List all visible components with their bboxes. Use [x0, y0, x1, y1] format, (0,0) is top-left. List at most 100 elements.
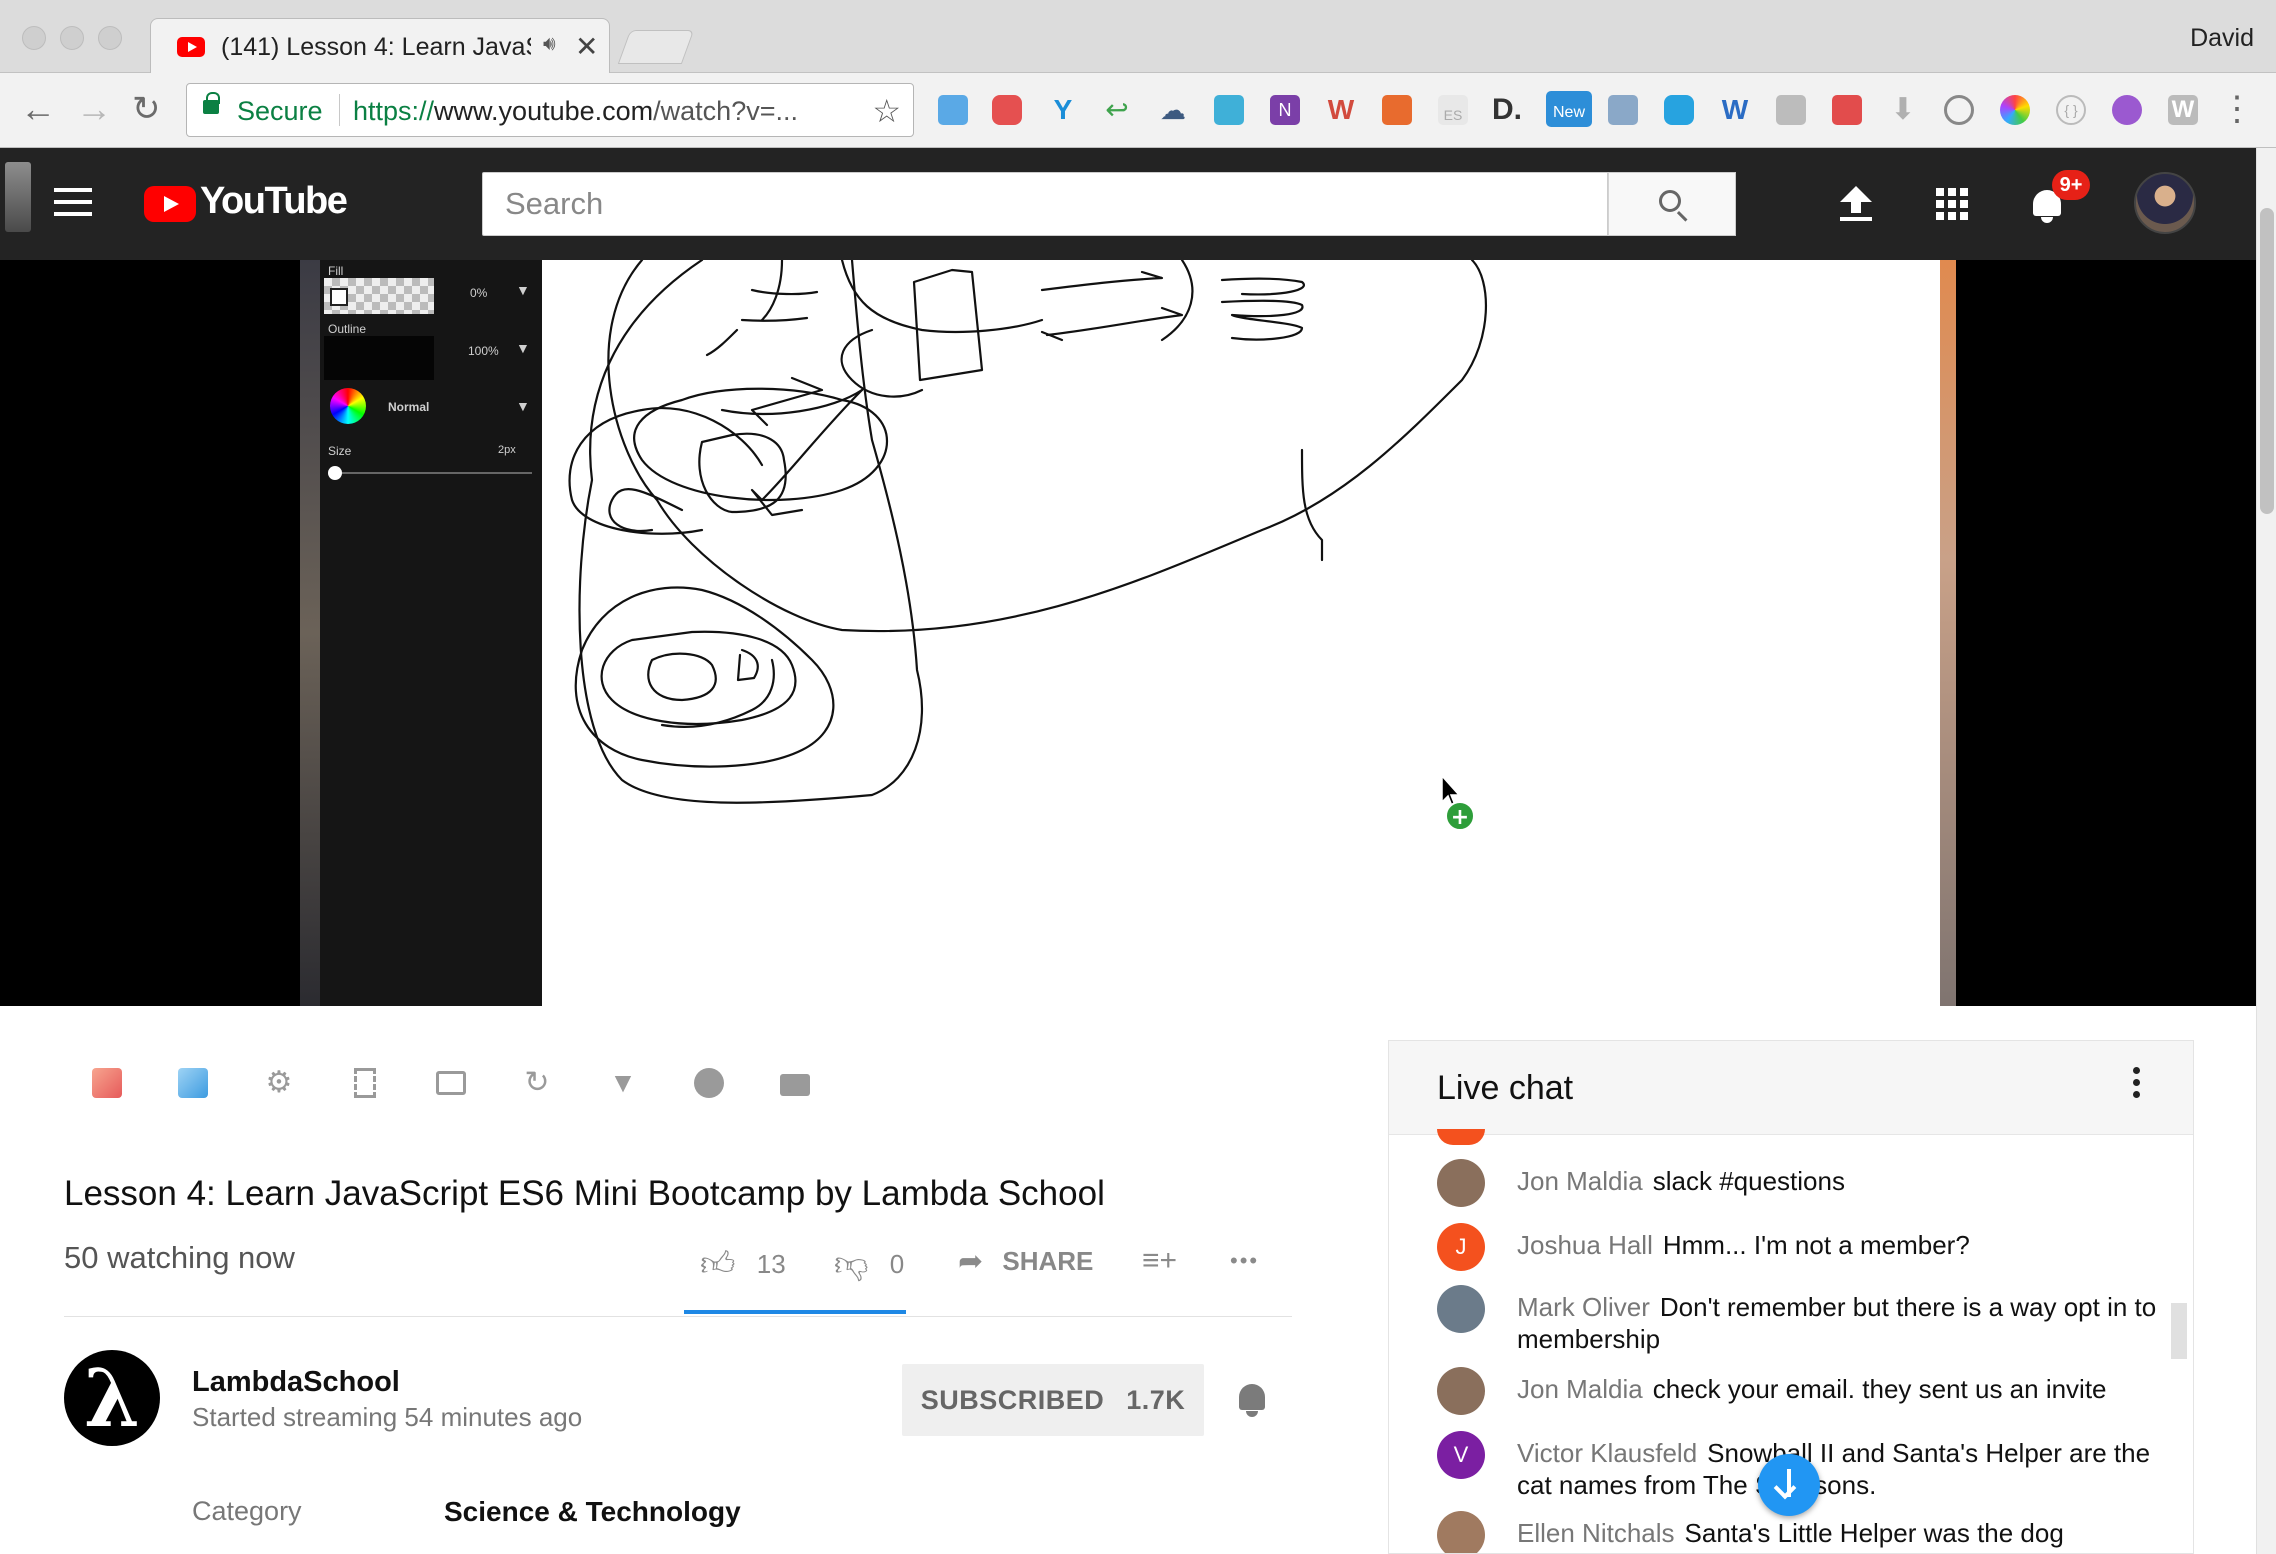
- cursor-badge: +: [1451, 805, 1469, 830]
- back-arrow-icon[interactable]: ←: [20, 87, 56, 131]
- chat-text: slack #questions: [1652, 1166, 1845, 1196]
- dislike-button[interactable]: 👎︎ 0: [834, 1244, 904, 1284]
- tab-close-icon[interactable]: ✕: [575, 30, 598, 63]
- new-tab-button[interactable]: [617, 30, 695, 64]
- window-zoom-button[interactable]: [98, 26, 122, 50]
- purple-ext-icon[interactable]: [2112, 95, 2142, 125]
- bookmark-star-icon[interactable]: ☆: [872, 92, 901, 130]
- subscription-bell-icon[interactable]: [1236, 1382, 1268, 1418]
- magic-wand-icon[interactable]: [92, 1068, 122, 1098]
- download-icon[interactable]: ⬇: [1888, 95, 1918, 125]
- category-label: Category: [192, 1496, 302, 1526]
- subscriber-count: 1.7K: [1126, 1385, 1186, 1415]
- panel-outline-label: Outline: [328, 322, 367, 336]
- tab-title: (141) Lesson 4: Learn JavaScript ES6 Min…: [221, 33, 531, 61]
- chat-author[interactable]: Jon Maldia: [1517, 1374, 1643, 1404]
- wiki-icon[interactable]: [1776, 95, 1806, 125]
- office-icon[interactable]: [1382, 95, 1412, 125]
- es-icon[interactable]: ES: [1438, 95, 1468, 125]
- color-wheel-icon: [330, 388, 366, 424]
- chat-author[interactable]: Mark Oliver: [1517, 1292, 1650, 1322]
- guide-menu-icon[interactable]: [54, 188, 92, 216]
- speaker-icon[interactable]: 🔊︎: [543, 33, 556, 56]
- video-player[interactable]: Fill 0% ▼ Outline 100% ▼ Normal ▼ Size 2…: [0, 260, 2256, 1006]
- page-scrollbar-thumb[interactable]: [2260, 208, 2274, 514]
- mute-tab-icon[interactable]: [938, 95, 968, 125]
- chat-author[interactable]: Jon Maldia: [1517, 1166, 1643, 1196]
- word-icon[interactable]: W: [1720, 95, 1750, 125]
- color-wheel-icon[interactable]: [2000, 95, 2030, 125]
- loop-icon[interactable]: ↻: [522, 1068, 552, 1098]
- scroll-to-bottom-button[interactable]: [1758, 1454, 1820, 1516]
- sidebar-grip-icon[interactable]: [5, 162, 31, 232]
- page-scrollbar[interactable]: [2256, 148, 2276, 1554]
- search-button[interactable]: [1608, 172, 1736, 236]
- pin-icon[interactable]: [1832, 95, 1862, 125]
- whiteboard-sketch: [568, 260, 1487, 804]
- gear-icon[interactable]: ⚙: [264, 1068, 294, 1098]
- chat-author[interactable]: Victor Klausfeld: [1517, 1438, 1697, 1468]
- filter-icon[interactable]: ▼: [608, 1068, 638, 1098]
- vimeo-ext-icon[interactable]: Y: [1048, 95, 1078, 125]
- chat-author[interactable]: Joshua Hall: [1517, 1230, 1653, 1260]
- channel-name[interactable]: LambdaSchool: [192, 1366, 400, 1399]
- search-box[interactable]: [482, 172, 1608, 236]
- chat-avatar[interactable]: J: [1437, 1223, 1485, 1271]
- w-ext-icon[interactable]: W: [2168, 95, 2198, 125]
- youtube-logo-text[interactable]: YouTube: [200, 180, 348, 223]
- divider: [64, 1316, 1292, 1317]
- share-button[interactable]: ➦ SHARE: [958, 1244, 1093, 1284]
- upload-icon[interactable]: [1840, 186, 1872, 222]
- target-icon[interactable]: [1944, 95, 1974, 125]
- forward-arrow-icon[interactable]: →: [76, 87, 112, 131]
- chat-avatar[interactable]: [1437, 1511, 1485, 1553]
- chat-avatar[interactable]: [1437, 1285, 1485, 1333]
- chat-avatar[interactable]: [1437, 1367, 1485, 1415]
- profile-name[interactable]: David: [2190, 24, 2254, 53]
- magic-wand-blue-icon[interactable]: [178, 1068, 208, 1098]
- category-link[interactable]: Science & Technology: [444, 1496, 741, 1528]
- onedrive-icon[interactable]: ☁: [1158, 95, 1188, 125]
- d-icon[interactable]: D.: [1492, 95, 1522, 125]
- reload-icon[interactable]: ↻: [132, 87, 161, 131]
- panel-blend-mode: Normal: [388, 400, 430, 414]
- channel-avatar[interactable]: λ: [64, 1350, 160, 1446]
- chat-more-icon[interactable]: [2133, 1067, 2143, 1107]
- url-scheme: https://: [353, 96, 435, 126]
- browser-tab-active[interactable]: (141) Lesson 4: Learn JavaScript ES6 Min…: [150, 18, 610, 74]
- url-text[interactable]: https://www.youtube.com/watch?v=...: [353, 96, 798, 127]
- browser-menu-icon[interactable]: ⋮: [2220, 87, 2254, 131]
- onenote-icon[interactable]: N: [1270, 95, 1300, 125]
- office-web-icon[interactable]: W: [1326, 95, 1356, 125]
- chat-scrollbar-thumb[interactable]: [2171, 1303, 2187, 1359]
- address-bar[interactable]: Secure https://www.youtube.com/watch?v=.…: [186, 83, 914, 137]
- add-to-playlist-button[interactable]: ≡+: [1142, 1244, 1177, 1284]
- json-icon[interactable]: { }: [2056, 95, 2086, 125]
- film-strip-icon[interactable]: [354, 1068, 376, 1098]
- new-badge-icon[interactable]: New: [1546, 91, 1592, 127]
- search-input[interactable]: [483, 173, 1607, 235]
- window-close-button[interactable]: [22, 26, 46, 50]
- more-actions-button[interactable]: •••: [1230, 1244, 1259, 1284]
- more-dots-icon: •••: [1230, 1248, 1260, 1273]
- chat-avatar[interactable]: V: [1437, 1431, 1485, 1479]
- forms-icon[interactable]: [1608, 95, 1638, 125]
- chat-author[interactable]: Ellen Nitchals: [1517, 1518, 1675, 1548]
- youtube-logo-icon[interactable]: [144, 186, 196, 222]
- like-button[interactable]: 👍︎ 13: [700, 1244, 786, 1284]
- picture-icon[interactable]: [436, 1071, 466, 1095]
- window-minimize-button[interactable]: [60, 26, 84, 50]
- chat-avatar[interactable]: [1437, 1159, 1485, 1207]
- youtube-ext-icon[interactable]: [992, 95, 1022, 125]
- tableau-icon[interactable]: [1214, 95, 1244, 125]
- undo-ext-icon[interactable]: ↩: [1102, 95, 1132, 125]
- youtube-favicon-icon: [177, 37, 205, 57]
- subscribed-button[interactable]: SUBSCRIBED 1.7K: [902, 1364, 1204, 1436]
- outline-swatch: [324, 336, 434, 380]
- ie-tab-icon[interactable]: [1664, 95, 1694, 125]
- account-avatar[interactable]: [2134, 172, 2196, 234]
- vinyl-icon[interactable]: [694, 1068, 724, 1098]
- sentiment-bar: [684, 1310, 906, 1314]
- apps-grid-icon[interactable]: [1936, 188, 1968, 220]
- camera-icon[interactable]: [780, 1074, 810, 1096]
